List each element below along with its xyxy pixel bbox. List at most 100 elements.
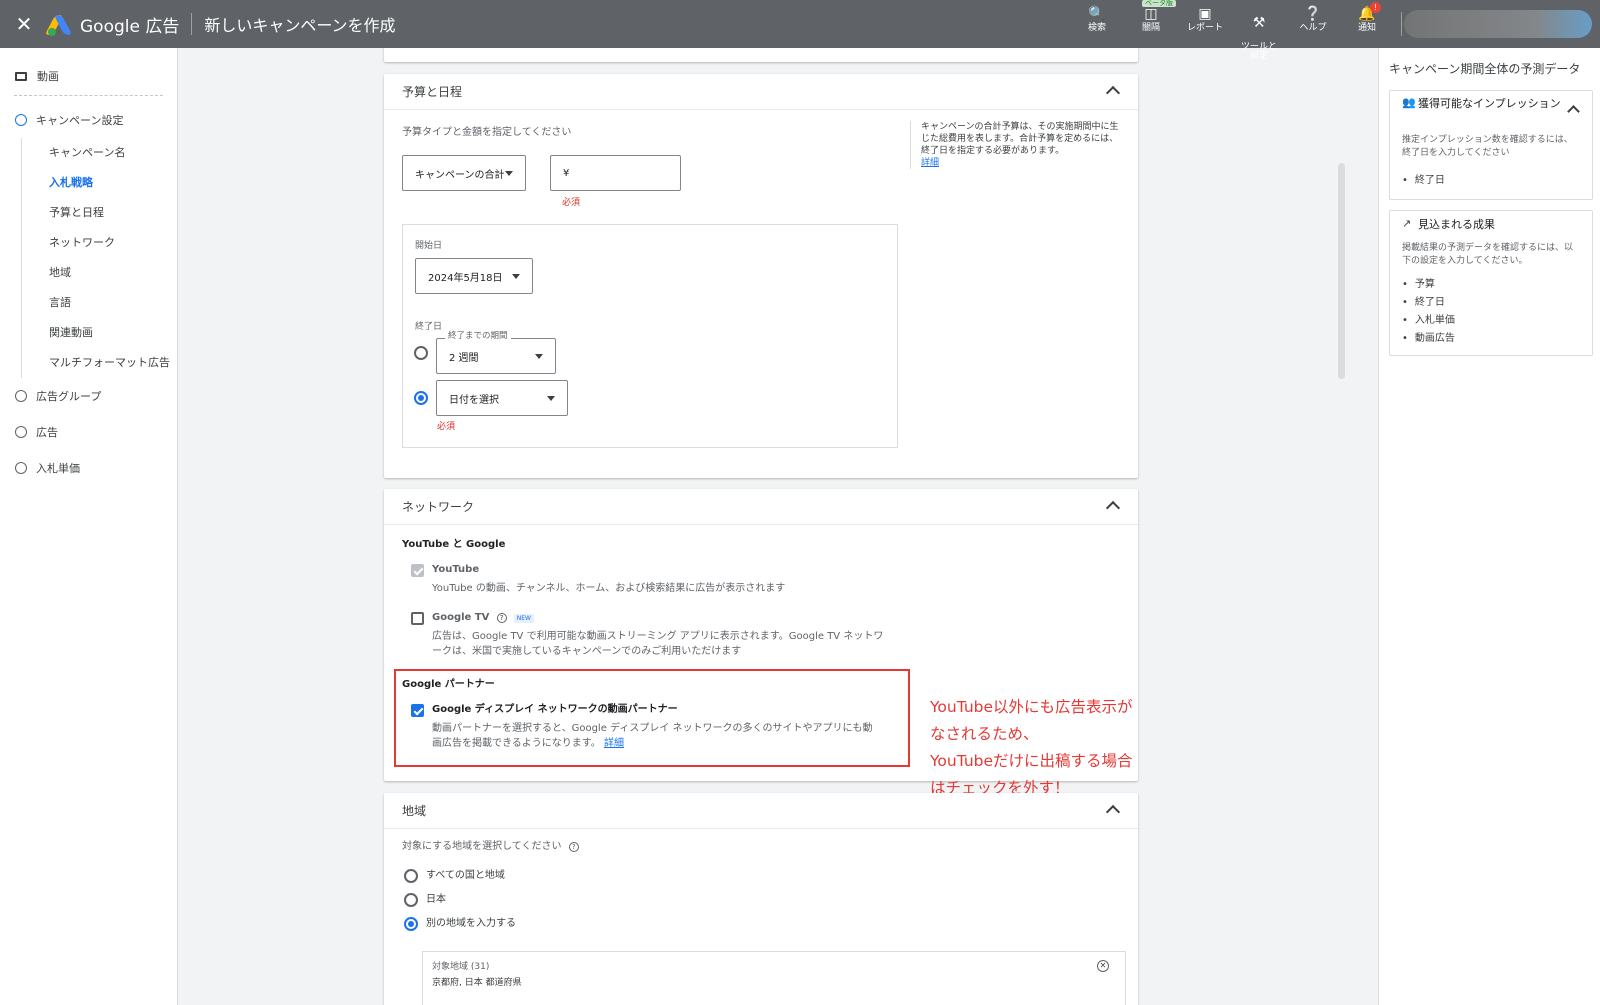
close-icon[interactable]: ✕ xyxy=(0,0,48,48)
dropdown-arrow-icon xyxy=(505,171,513,176)
account-divider xyxy=(1401,12,1402,36)
end-duration-dropdown[interactable]: 2 週間 xyxy=(436,338,556,374)
google-tv-label: Google TV ? NEW xyxy=(432,610,534,626)
end-date-label: 終了日 xyxy=(415,322,443,332)
header-tools: 🔍 検索 ベータ版 ◫ 闇隔 ▣ レポート ⚒ ツールと 設定 ❔ ヘルプ ! … xyxy=(1070,0,1394,61)
youtube-google-heading: YouTube と Google xyxy=(402,539,506,550)
help-icon[interactable]: ? xyxy=(568,842,579,852)
required-note: 必須 xyxy=(562,198,581,208)
notifications-button[interactable]: ! 🔔 通知 xyxy=(1340,0,1394,48)
previous-section-card xyxy=(384,48,1138,62)
account-switcher[interactable] xyxy=(1404,10,1592,38)
sub-item-location[interactable]: 地域 xyxy=(22,258,177,288)
top-app-bar: ✕ Google 広告 新しいキャンペーンを作成 🔍 検索 ベータ版 ◫ 闇隔 … xyxy=(0,0,1600,61)
impressions-card: 👥 獲得可能なインプレッション 推定インプレッション数を確認するには、終了日を入… xyxy=(1389,90,1593,200)
step-circle-icon xyxy=(15,426,27,438)
dropdown-arrow-icon xyxy=(547,396,555,401)
budget-section-header[interactable]: 予算と日程 xyxy=(384,74,1138,110)
location-other-label: 別の地域を入力する xyxy=(426,918,516,929)
location-japan-label: 日本 xyxy=(426,894,446,905)
beta-badge: ベータ版 xyxy=(1142,0,1176,8)
start-date-dropdown[interactable]: 2024年5月18日 xyxy=(415,258,533,294)
nav-divider xyxy=(14,95,163,96)
brand-name: Google 広告 xyxy=(80,16,180,37)
search-icon: 🔍 xyxy=(1088,6,1106,22)
sub-item-network[interactable]: ネットワーク xyxy=(22,228,177,258)
sub-item-multiformat-ads[interactable]: マルチフォーマット広告 xyxy=(22,348,177,378)
google-tv-checkbox[interactable] xyxy=(411,612,424,625)
alert-badge: ! xyxy=(1370,2,1381,13)
youtube-description: YouTube の動画、チャンネル、ホーム、および検索結果に広告が表示されます xyxy=(432,583,786,594)
partner-help-link[interactable]: 詳細 xyxy=(604,738,624,749)
list-item: 入札単価 xyxy=(1402,312,1455,330)
location-japan-radio[interactable] xyxy=(404,893,418,907)
target-location-item: 京都府, 日本 都道府県 xyxy=(432,978,522,988)
nav-step-bid[interactable]: 入札単価 xyxy=(0,450,177,486)
sub-item-related-videos[interactable]: 関連動画 xyxy=(22,318,177,348)
end-date-dropdown[interactable]: 日付を選択 xyxy=(436,380,568,416)
new-badge: NEW xyxy=(513,614,534,623)
dropdown-arrow-icon xyxy=(512,274,520,279)
header-divider xyxy=(191,13,193,35)
step-circle-icon xyxy=(15,114,27,126)
step-circle-icon xyxy=(15,390,27,402)
dropdown-arrow-icon xyxy=(535,354,543,359)
end-duration-radio[interactable] xyxy=(414,346,428,360)
video-partner-checkbox[interactable] xyxy=(411,704,424,717)
nav-step-ads[interactable]: 広告 xyxy=(0,414,177,450)
start-date-label: 開始日 xyxy=(415,241,443,251)
appearance-button[interactable]: ベータ版 ◫ 闇隔 xyxy=(1124,0,1178,48)
google-ads-logo xyxy=(44,12,73,36)
list-item: 予算 xyxy=(1402,276,1455,294)
results-heading: 見込まれる成果 xyxy=(1418,218,1495,231)
impressions-heading: 獲得可能なインプレッション xyxy=(1418,97,1561,110)
sub-item-budget-schedule[interactable]: 予算と日程 xyxy=(22,198,177,228)
target-locations-label: 対象地域 (31) xyxy=(432,962,490,972)
clear-all-icon[interactable]: ✕ xyxy=(1097,960,1109,972)
tools-settings-button[interactable]: ⚒ ツールと 設定 xyxy=(1232,0,1286,61)
location-prompt: 対象にする地域を選択してください ? xyxy=(402,839,579,854)
chevron-up-icon[interactable] xyxy=(1105,804,1121,820)
location-section-header[interactable]: 地域 xyxy=(384,793,1138,829)
chevron-up-icon[interactable] xyxy=(1105,500,1121,516)
page-title: 新しいキャンペーンを作成 xyxy=(204,16,396,35)
youtube-label: YouTube xyxy=(432,564,480,575)
search-button[interactable]: 🔍 検索 xyxy=(1070,0,1124,48)
report-button[interactable]: ▣ レポート xyxy=(1178,0,1232,48)
main-scrollbar[interactable] xyxy=(1338,163,1345,379)
sub-item-campaign-name[interactable]: キャンペーン名 xyxy=(22,138,177,168)
budget-type-dropdown[interactable]: キャンペーンの合計 xyxy=(402,155,526,191)
list-item: 終了日 xyxy=(1402,172,1445,190)
campaign-type-video[interactable]: 動画 xyxy=(0,61,177,91)
campaign-settings-subnav: キャンペーン名 入札戦略 予算と日程 ネットワーク 地域 言語 関連動画 マルチ… xyxy=(21,138,177,378)
sub-item-bid-strategy[interactable]: 入札戦略 xyxy=(22,168,177,198)
appearance-icon: ◫ xyxy=(1144,6,1158,22)
sub-item-language[interactable]: 言語 xyxy=(22,288,177,318)
bell-icon: 🔔 xyxy=(1358,6,1376,22)
results-description: 掲載結果の予測データを確認するには、以下の設定を入力してください。 xyxy=(1402,243,1574,266)
network-section-header[interactable]: ネットワーク xyxy=(384,489,1138,525)
impressions-requirements: 終了日 xyxy=(1402,172,1445,190)
video-partner-description: 動画パートナーを選択すると、Google ディスプレイ ネットワークの多くのサイ… xyxy=(432,723,873,749)
youtube-checkbox xyxy=(411,564,424,577)
video-partner-label: Google ディスプレイ ネットワークの動画パートナー xyxy=(432,704,678,715)
nav-step-ad-group[interactable]: 広告グループ xyxy=(0,378,177,414)
help-icon: ❔ xyxy=(1304,6,1322,22)
forecast-title: キャンペーン期間全体の予測データ xyxy=(1389,62,1581,76)
end-date-radio[interactable] xyxy=(414,391,428,405)
help-button[interactable]: ❔ ヘルプ xyxy=(1286,0,1340,48)
chevron-up-icon[interactable] xyxy=(1105,85,1121,101)
budget-help-link[interactable]: 詳細 xyxy=(921,158,939,168)
people-icon: 👥 xyxy=(1402,96,1416,109)
nav-step-campaign-settings[interactable]: キャンペーン設定 xyxy=(0,102,177,138)
step-circle-icon xyxy=(15,462,27,474)
budget-schedule-card: 予算と日程 予算タイプと金額を指定してください キャンペーンの合計 ¥ 必須 キ… xyxy=(384,74,1138,478)
location-other-radio[interactable] xyxy=(404,917,418,931)
duration-floating-label: 終了までの期間 xyxy=(445,329,511,341)
schedule-box: 開始日 2024年5月18日 終了日 2 週間 終了までの期間 日付を選択 必須 xyxy=(402,224,898,448)
chevron-up-icon[interactable] xyxy=(1567,105,1580,118)
location-all-radio[interactable] xyxy=(404,869,418,883)
help-icon[interactable]: ? xyxy=(496,613,507,623)
target-locations-box: 対象地域 (31) 京都府, 日本 都道府県 ✕ xyxy=(422,951,1126,1005)
budget-amount-input[interactable]: ¥ xyxy=(550,155,681,191)
